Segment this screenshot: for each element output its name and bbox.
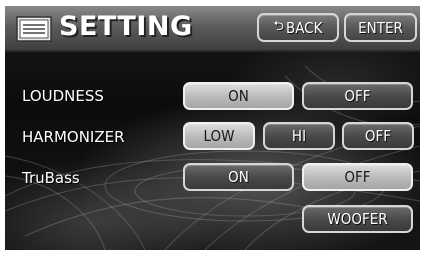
back-button[interactable]: ⮌ BACK bbox=[257, 13, 339, 42]
page-title: SETTING bbox=[59, 11, 193, 42]
harmonizer-hi-button[interactable]: HI bbox=[263, 122, 335, 150]
settings-list-icon bbox=[16, 16, 52, 42]
loudness-on-button[interactable]: ON bbox=[183, 82, 294, 110]
header-bar: SETTING ⮌ BACK ENTER bbox=[5, 6, 420, 52]
enter-button[interactable]: ENTER bbox=[344, 13, 417, 42]
loudness-off-button[interactable]: OFF bbox=[302, 82, 413, 110]
display-panel: SETTING ⮌ BACK ENTER LOUDNESS ON OFF HAR… bbox=[5, 6, 420, 250]
woofer-button[interactable]: WOOFER bbox=[302, 205, 413, 233]
trubass-on-button[interactable]: ON bbox=[183, 163, 294, 191]
harmonizer-label: HARMONIZER bbox=[22, 128, 125, 146]
loudness-label: LOUDNESS bbox=[22, 87, 104, 105]
harmonizer-low-button[interactable]: LOW bbox=[183, 122, 255, 150]
trubass-label: TruBass bbox=[22, 169, 80, 187]
harmonizer-off-button[interactable]: OFF bbox=[342, 122, 414, 150]
back-label: BACK bbox=[285, 18, 323, 37]
return-arrow-icon: ⮌ bbox=[273, 18, 284, 34]
trubass-off-button[interactable]: OFF bbox=[302, 163, 413, 191]
setting-screen: SETTING ⮌ BACK ENTER LOUDNESS ON OFF HAR… bbox=[0, 0, 425, 256]
